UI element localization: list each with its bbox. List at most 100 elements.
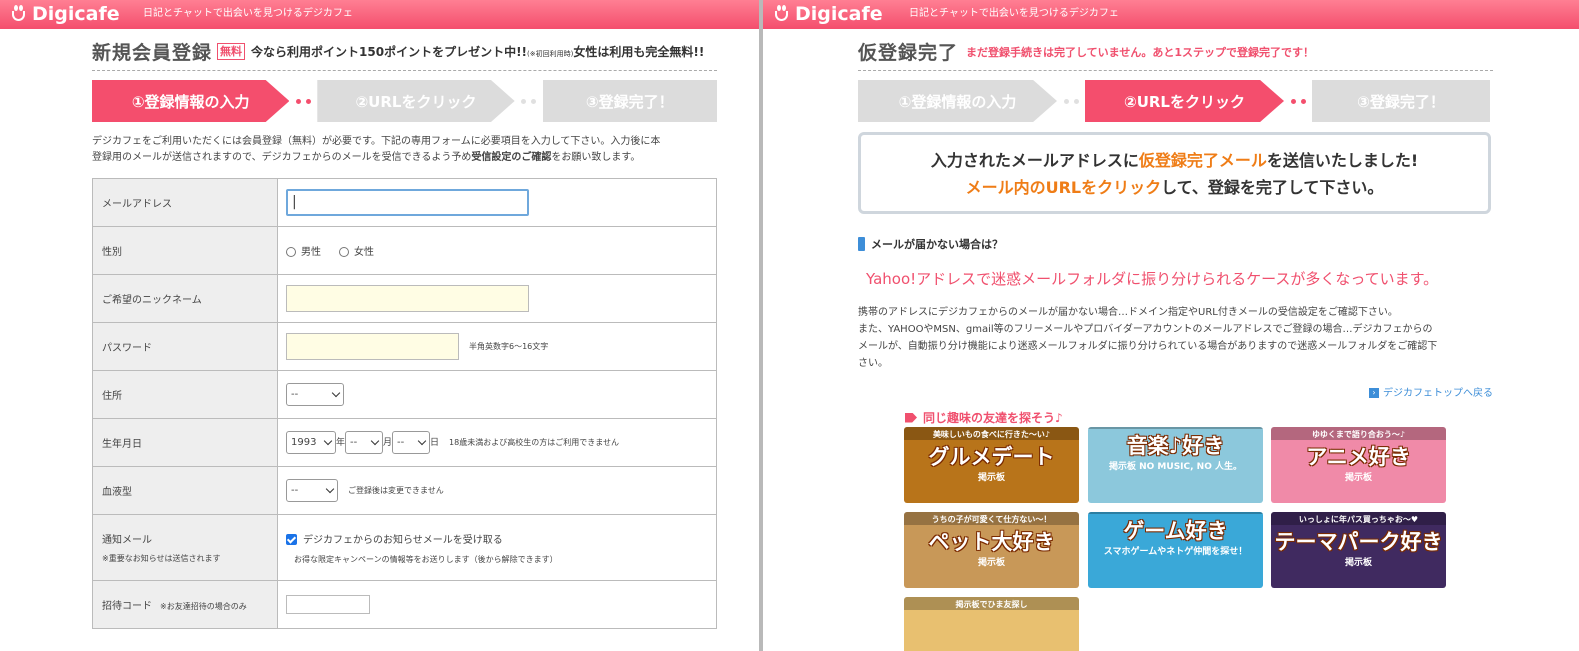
banner-top: いっしょに年パス買っちゃお〜♥ [1271, 512, 1446, 525]
no-mail-heading: メールが届かない場合は？ [858, 236, 1579, 252]
banner-sub: 掲示板 [1344, 473, 1372, 483]
step-1: ①登録情報の入力 [92, 80, 290, 122]
email-label: メールアドレス [92, 178, 278, 227]
step-2: ②URLをクリック [317, 80, 515, 122]
blood-note: ご登録後は変更できません [348, 486, 444, 495]
banner-top: 掲示板でひま友探し [904, 597, 1079, 610]
blood-select[interactable]: -- [286, 479, 338, 502]
intro-line-2: 登録用のメールが送信されますので、デジカフェからのメールを受信できるよう予め受信… [92, 150, 717, 166]
form-row-gender: 性別 男性 女性 [92, 226, 717, 275]
banner-top: ゆゆくまで語り合おう〜♪ [1271, 427, 1446, 440]
notice-cell: 通知メール ※重要なお知らせは送信されます [92, 514, 278, 581]
sent-message-box: 入力されたメールアドレスに仮登録完了メールを送信いたしました! メール内のURL… [858, 132, 1491, 214]
registration-form: メールアドレス | 性別 男性 女性 ご希望のニックネーム パスワード 半角英数字… [92, 178, 717, 629]
page-subtitle: まだ登録手続きは完了していません。あと1ステップで登録完了です！ [966, 45, 1315, 59]
banner-sub: 掲示板 [1344, 558, 1372, 568]
banner-themepark[interactable]: いっしょに年パス買っちゃお〜♥ テーマパーク好き 掲示板 [1271, 512, 1446, 588]
banner-gourmet[interactable]: 美味しいもの食べに行きた〜い♪ グルメデート掲示板 [904, 427, 1079, 503]
banner-sub: スマホゲームやネトゲ仲間を探せ！ [1103, 547, 1248, 557]
birth-month-select[interactable]: -- [345, 431, 384, 454]
banner-anime[interactable]: ゆゆくまで語り合おう〜♪ アニメ好き 掲示板 [1271, 427, 1446, 503]
nickname-label: ご希望のニックネーム [92, 274, 278, 323]
no-mail-heading-text: メールが届かない場合は？ [871, 238, 1003, 251]
birth-day-select[interactable]: -- [392, 431, 431, 454]
page-title-bar: 仮登録完了 まだ登録手続きは完了していません。あと1ステップで登録完了です！ [858, 29, 1493, 71]
brand-name: Digicafe [32, 3, 120, 25]
step-indicator: ①登録情報の入力 ②URLをクリック ③登録完了！ [92, 80, 717, 122]
sent-line-1: 入力されたメールアドレスに仮登録完了メールを送信いたしました! [861, 147, 1488, 174]
banner-main: 音楽♪好き [1126, 434, 1225, 458]
promo-points: 今なら利用ポイント150ポイントをプレゼント中!! [251, 45, 528, 59]
confirmation-pane: Digicafe 日記とチャットで出会いを見つけるデジカフェ 仮登録完了 まだ登… [763, 0, 1579, 651]
banner-sub: 掲示板 [977, 473, 1005, 483]
day-unit: 日 [430, 438, 440, 448]
help-paragraph: 携帯のアドレスにデジカフェからのメールが届かない場合…ドメイン指定やURL付きメ… [858, 304, 1498, 372]
birth-year-select[interactable]: 1993 [286, 431, 336, 454]
form-row-birth: 生年月日 1993 年 -- 月 -- 日 18歳未満および高校生の方はご利用できません [92, 418, 717, 467]
banner-main: グルメデート [928, 445, 1055, 469]
help-line: また、YAHOOやMSN、gmail等のフリーメールやプロバイダーアカウントのメ… [858, 324, 1433, 335]
step-dots [1284, 98, 1312, 104]
top-page-link[interactable]: › デジカフェトップへ戻る [763, 384, 1493, 399]
email-input[interactable]: | [286, 189, 529, 216]
sent-text: 入力されたメールアドレスに [930, 151, 1139, 170]
banner-top: うちの子が可愛くて仕方ない〜！ [904, 512, 1079, 525]
male-label: 男性 [301, 247, 321, 258]
same-hobby-heading: 同じ趣味の友達を探そう♪ [905, 409, 1579, 426]
password-note: 半角英数字6〜16文字 [469, 342, 549, 351]
promo-text: 今なら利用ポイント150ポイントをプレゼント中!!(※初回利用時)女性は利用も完… [251, 43, 704, 60]
notice-checkbox[interactable] [286, 534, 297, 545]
blood-label: 血液型 [92, 466, 278, 515]
step-indicator: ①登録情報の入力 ②URLをクリック ③登録完了！ [858, 80, 1493, 122]
tagline: 日記とチャットで出会いを見つけるデジカフェ [143, 8, 353, 19]
site-header: Digicafe 日記とチャットで出会いを見つけるデジカフェ [0, 0, 759, 29]
page-title: 新規会員登録 [92, 42, 213, 64]
banner-main: ペット大好き [928, 530, 1055, 554]
form-row-password: パスワード 半角英数字6〜16文字 [92, 322, 717, 371]
banner-music[interactable]: 音楽♪好き掲示板 NO MUSIC, NO 人生。 [1088, 427, 1263, 503]
intro-part: をお願い致します。 [551, 152, 641, 163]
step-dots [515, 98, 543, 104]
digicafe-logo[interactable]: Digicafe [10, 3, 120, 25]
tag-icon [905, 412, 917, 423]
banner-game[interactable]: ゲーム好き スマホゲームやネトゲ仲間を探せ！ [1088, 512, 1263, 588]
step-dots [289, 98, 317, 104]
form-row-nickname: ご希望のニックネーム [92, 274, 717, 323]
sent-highlight: 仮登録完了メール [1138, 151, 1267, 170]
nickname-input[interactable] [286, 285, 529, 312]
brand-name: Digicafe [795, 3, 883, 25]
banner-sub: 掲示板 NO MUSIC, NO 人生。 [1108, 462, 1243, 472]
notice-note: お得な限定キャンペーンの情報等をお送りします（後から解除できます） [294, 554, 558, 564]
form-row-notice: 通知メール ※重要なお知らせは送信されます デジカフェからのお知らせメールを受け取… [92, 514, 717, 581]
banner-sub: 掲示板 [977, 558, 1005, 568]
address-select[interactable]: -- [286, 383, 344, 406]
invite-label: 招待コード [102, 601, 152, 612]
invite-input[interactable] [286, 595, 370, 614]
promo-note: (※初回利用時) [527, 50, 574, 58]
banner-pet[interactable]: うちの子が可愛くて仕方ない〜！ ペット大好き掲示板 [904, 512, 1079, 588]
banner-top: 美味しいもの食べに行きた〜い♪ [904, 427, 1079, 440]
digicafe-logo[interactable]: Digicafe [773, 3, 883, 25]
help-line: メールが、自動振り分け機能により迷惑メールフォルダに振り分けられている場合があり… [858, 341, 1438, 352]
page-title-bar: 新規会員登録 無料 今なら利用ポイント150ポイントをプレゼント中!!(※初回利… [92, 29, 717, 71]
yahoo-notice: Yahoo!アドレスで迷惑メールフォルダに振り分けられるケースが多くなっています… [866, 270, 1439, 288]
female-radio[interactable] [339, 247, 349, 257]
step-2: ②URLをクリック [1085, 80, 1284, 122]
help-line: 携帯のアドレスにデジカフェからのメールが届かない場合…ドメイン指定やURL付きメ… [858, 307, 1398, 318]
promo-female: 女性は利用も完全無料!! [573, 45, 705, 59]
arrow-right-icon: › [1369, 388, 1379, 398]
registration-pane: Digicafe 日記とチャットで出会いを見つけるデジカフェ 新規会員登録 無料… [0, 0, 759, 651]
step-dots [1057, 98, 1085, 104]
step-3: ③登録完了！ [542, 80, 717, 122]
banner-top [1088, 427, 1263, 429]
password-input[interactable] [286, 333, 459, 360]
year-unit: 年 [336, 438, 346, 448]
invite-sub: ※お友達招待の場合のみ [160, 602, 247, 611]
male-radio[interactable] [286, 247, 296, 257]
notice-label: 通知メール [102, 535, 152, 546]
address-label: 住所 [92, 370, 278, 419]
invite-cell: 招待コード ※お友達招待の場合のみ [92, 580, 278, 629]
banner-himatomo[interactable]: 掲示板でひま友探し [904, 597, 1079, 651]
notice-sub: ※重要なお知らせは送信されます [102, 554, 221, 563]
form-row-invite: 招待コード ※お友達招待の場合のみ [92, 580, 717, 629]
